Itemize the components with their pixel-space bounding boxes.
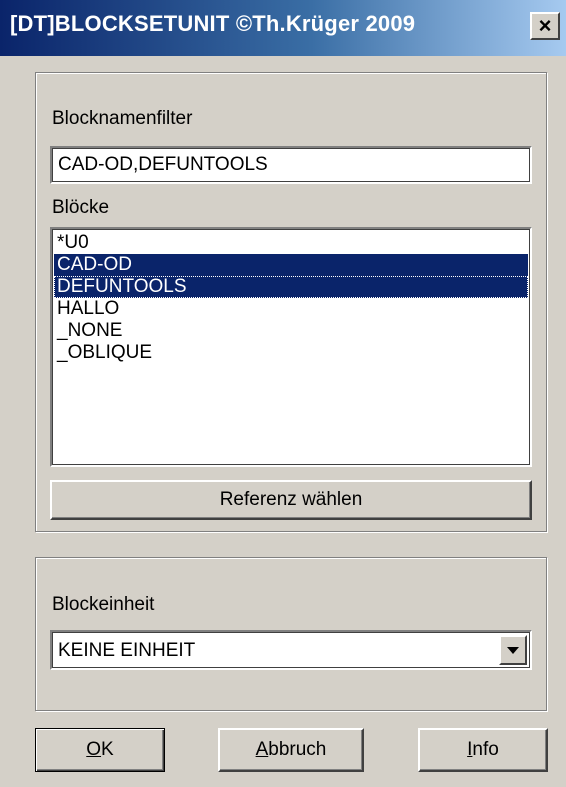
dropdown-button[interactable] bbox=[499, 635, 527, 665]
cancel-mnemonic: A bbox=[255, 739, 269, 760]
list-item[interactable]: CAD-OD bbox=[54, 254, 528, 276]
ok-mnemonic: O bbox=[86, 739, 102, 760]
list-item[interactable]: DEFUNTOOLS bbox=[54, 276, 528, 298]
list-item[interactable]: *U0 bbox=[54, 232, 528, 254]
ok-button[interactable]: OK bbox=[35, 728, 165, 772]
info-label-rest: nfo bbox=[472, 739, 499, 760]
dialog-window: [DT]BLOCKSETUNIT ©Th.Krüger 2009 × Block… bbox=[0, 0, 566, 787]
block-unit-value: KEINE EINHEIT bbox=[58, 640, 196, 661]
window-title: [DT]BLOCKSETUNIT ©Th.Krüger 2009 bbox=[10, 11, 416, 36]
cancel-button[interactable]: Abbruch bbox=[218, 728, 364, 772]
ok-label-rest: K bbox=[101, 739, 114, 760]
filter-label: Blocknamenfilter bbox=[52, 108, 193, 129]
list-item[interactable]: HALLO bbox=[54, 298, 528, 320]
close-button[interactable]: × bbox=[530, 12, 560, 40]
block-unit-select[interactable]: KEINE EINHEIT bbox=[50, 630, 532, 670]
chevron-down-icon bbox=[507, 646, 519, 654]
cancel-label-rest: bbruch bbox=[268, 739, 327, 760]
title-bar[interactable]: [DT]BLOCKSETUNIT ©Th.Krüger 2009 × bbox=[0, 0, 566, 56]
list-item[interactable]: _OBLIQUE bbox=[54, 342, 528, 364]
block-name-filter-input[interactable]: CAD-OD,DEFUNTOOLS bbox=[50, 146, 532, 184]
blocks-listbox[interactable]: *U0 CAD-OD DEFUNTOOLS HALLO _NONE _OBLIQ… bbox=[50, 227, 532, 467]
block-unit-label: Blockeinheit bbox=[52, 594, 155, 615]
select-reference-button[interactable]: Referenz wählen bbox=[50, 480, 532, 520]
list-item[interactable]: _NONE bbox=[54, 320, 528, 342]
info-button[interactable]: Info bbox=[418, 728, 548, 772]
blocks-label: Blöcke bbox=[52, 197, 110, 218]
close-icon: × bbox=[538, 13, 552, 38]
